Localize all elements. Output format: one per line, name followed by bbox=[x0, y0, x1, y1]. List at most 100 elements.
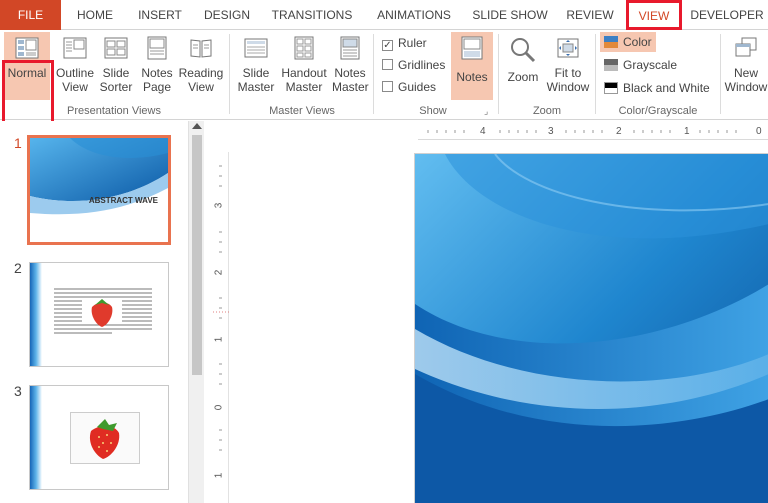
show-group-label: Show bbox=[419, 105, 447, 117]
fit-to-window-icon bbox=[557, 38, 579, 58]
slide-sorter-label-line1: Slide bbox=[102, 66, 130, 80]
ruler-label: Ruler bbox=[398, 36, 427, 50]
handout-master-label-line1: Handout bbox=[281, 66, 327, 80]
zoom-group-label: Zoom bbox=[532, 105, 562, 117]
strawberry-icon bbox=[89, 419, 120, 459]
slide-1-title: ABSTRACT WAVE bbox=[88, 196, 158, 205]
guides-checkbox[interactable]: Guides bbox=[382, 79, 436, 95]
new-window-button[interactable]: New Window bbox=[724, 32, 768, 100]
fit-to-window-label-line1: Fit to bbox=[554, 66, 582, 80]
black-and-white-label: Black and White bbox=[623, 81, 710, 95]
ruler-tick-label: 1 bbox=[684, 126, 690, 137]
group-separator bbox=[373, 34, 374, 114]
tab-review[interactable]: REVIEW bbox=[558, 0, 622, 30]
reading-view-button[interactable]: Reading View bbox=[178, 32, 224, 100]
new-window-icon bbox=[735, 37, 757, 57]
slide-sorter-button[interactable]: Slide Sorter bbox=[98, 32, 134, 100]
slide-number: 3 bbox=[14, 383, 22, 399]
fit-to-window-button[interactable]: Fit to Window bbox=[545, 32, 591, 100]
slide-thumbnail-1[interactable]: ABSTRACT WAVE bbox=[27, 135, 171, 245]
notes-page-label-line1: Notes bbox=[141, 66, 173, 80]
ribbon-view: Normal Outline View Slide Sorter Notes P… bbox=[0, 30, 768, 130]
reading-view-label-line1: Reading bbox=[178, 66, 224, 80]
color-button[interactable]: Color bbox=[600, 32, 656, 52]
ruler-tick-label: 4 bbox=[480, 126, 486, 137]
slide-master-label-line2: Master bbox=[237, 80, 275, 94]
reading-view-icon bbox=[190, 39, 212, 58]
ruler-tick-label: 3 bbox=[548, 126, 554, 137]
normal-view-icon bbox=[15, 37, 39, 59]
abstract-wave-thumbnail-art bbox=[30, 138, 168, 242]
ruler-tick-label: 3 bbox=[213, 202, 225, 209]
notes-page-button[interactable]: Notes Page bbox=[138, 32, 176, 100]
normal-view-button[interactable]: Normal bbox=[4, 32, 50, 100]
tab-view[interactable]: VIEW bbox=[626, 0, 682, 31]
current-slide-canvas[interactable] bbox=[414, 153, 768, 503]
slide-thumbnail-3[interactable] bbox=[29, 385, 169, 490]
outline-view-button[interactable]: Outline View bbox=[54, 32, 96, 100]
abstract-wave-background-art bbox=[415, 154, 768, 503]
show-dialog-launcher-icon[interactable]: ⌟ bbox=[484, 106, 488, 117]
ruler-tick-label: 1 bbox=[213, 472, 225, 479]
presentation-views-group-label: Presentation Views bbox=[67, 105, 161, 117]
slide-thumbnail-2[interactable] bbox=[29, 262, 169, 367]
lorem-text-lines bbox=[54, 288, 152, 334]
notes-label: Notes bbox=[456, 70, 488, 84]
tab-slide-show[interactable]: SLIDE SHOW bbox=[466, 0, 554, 30]
tab-insert[interactable]: INSERT bbox=[128, 0, 192, 30]
tab-home[interactable]: HOME bbox=[66, 0, 124, 30]
notes-master-button[interactable]: Notes Master bbox=[332, 32, 369, 100]
ribbon-tab-bar: FILE HOME INSERT DESIGN TRANSITIONS ANIM… bbox=[0, 0, 768, 31]
group-separator bbox=[498, 34, 499, 114]
notes-master-label-line1: Notes bbox=[334, 66, 366, 80]
handout-master-button[interactable]: Handout Master bbox=[278, 32, 330, 100]
notes-master-icon bbox=[340, 36, 360, 60]
outline-view-label-line2: View bbox=[62, 80, 88, 94]
slide-master-button[interactable]: Slide Master bbox=[236, 32, 276, 100]
notes-toggle-button[interactable]: Notes bbox=[451, 32, 493, 100]
group-separator bbox=[595, 34, 596, 114]
checkbox-empty-icon bbox=[382, 81, 393, 92]
slide-sorter-label-line2: Sorter bbox=[99, 80, 133, 94]
notes-master-label-line2: Master bbox=[332, 80, 369, 94]
color-label: Color bbox=[623, 35, 652, 49]
tab-transitions[interactable]: TRANSITIONS bbox=[262, 0, 362, 30]
ruler-ticks bbox=[427, 130, 737, 133]
notes-page-icon bbox=[147, 36, 167, 60]
scroll-up-arrow-icon[interactable] bbox=[192, 123, 202, 129]
slide-master-label-line1: Slide bbox=[242, 66, 270, 80]
normal-view-label: Normal bbox=[7, 66, 47, 80]
tab-design[interactable]: DESIGN bbox=[196, 0, 258, 30]
scrollbar-thumb[interactable] bbox=[192, 135, 202, 375]
zoom-button[interactable]: Zoom bbox=[503, 32, 543, 100]
ruler-tick-label: 0 bbox=[213, 404, 225, 411]
slide-3-picture-frame bbox=[70, 412, 140, 464]
tab-file[interactable]: FILE bbox=[0, 0, 61, 30]
ruler-tick-label: 2 bbox=[213, 269, 225, 276]
gridlines-label: Gridlines bbox=[398, 58, 446, 72]
color-swatch-icon bbox=[604, 36, 618, 48]
new-window-label-line1: New bbox=[733, 66, 758, 80]
ruler-checkbox[interactable]: ✓ Ruler bbox=[382, 35, 427, 51]
slide-master-icon bbox=[244, 38, 268, 58]
handout-master-icon bbox=[294, 36, 314, 60]
ruler-tick-label: 0 bbox=[756, 126, 762, 137]
color-grayscale-group-label: Color/Grayscale bbox=[618, 105, 698, 117]
strawberry-icon bbox=[91, 299, 113, 327]
slide-sorter-icon bbox=[104, 37, 128, 59]
handout-master-label-line2: Master bbox=[285, 80, 323, 94]
zoom-label: Zoom bbox=[507, 70, 539, 84]
checkmark-icon: ✓ bbox=[382, 40, 393, 51]
grayscale-button[interactable]: Grayscale bbox=[600, 55, 710, 75]
ruler-tick-label: 1 bbox=[213, 336, 225, 343]
tab-developer[interactable]: DEVELOPER bbox=[686, 0, 768, 30]
new-window-label-line2: Window bbox=[724, 80, 768, 94]
tab-animations[interactable]: ANIMATIONS bbox=[366, 0, 462, 30]
reading-view-label-line2: View bbox=[188, 80, 214, 94]
ruler-tick-label: 2 bbox=[616, 126, 622, 137]
slide-2-content-block bbox=[52, 285, 158, 339]
thumbnails-scrollbar[interactable] bbox=[188, 121, 204, 503]
gridlines-checkbox[interactable]: Gridlines bbox=[382, 57, 445, 73]
black-and-white-button[interactable]: Black and White bbox=[600, 78, 714, 98]
slide-side-stripe bbox=[30, 386, 42, 489]
